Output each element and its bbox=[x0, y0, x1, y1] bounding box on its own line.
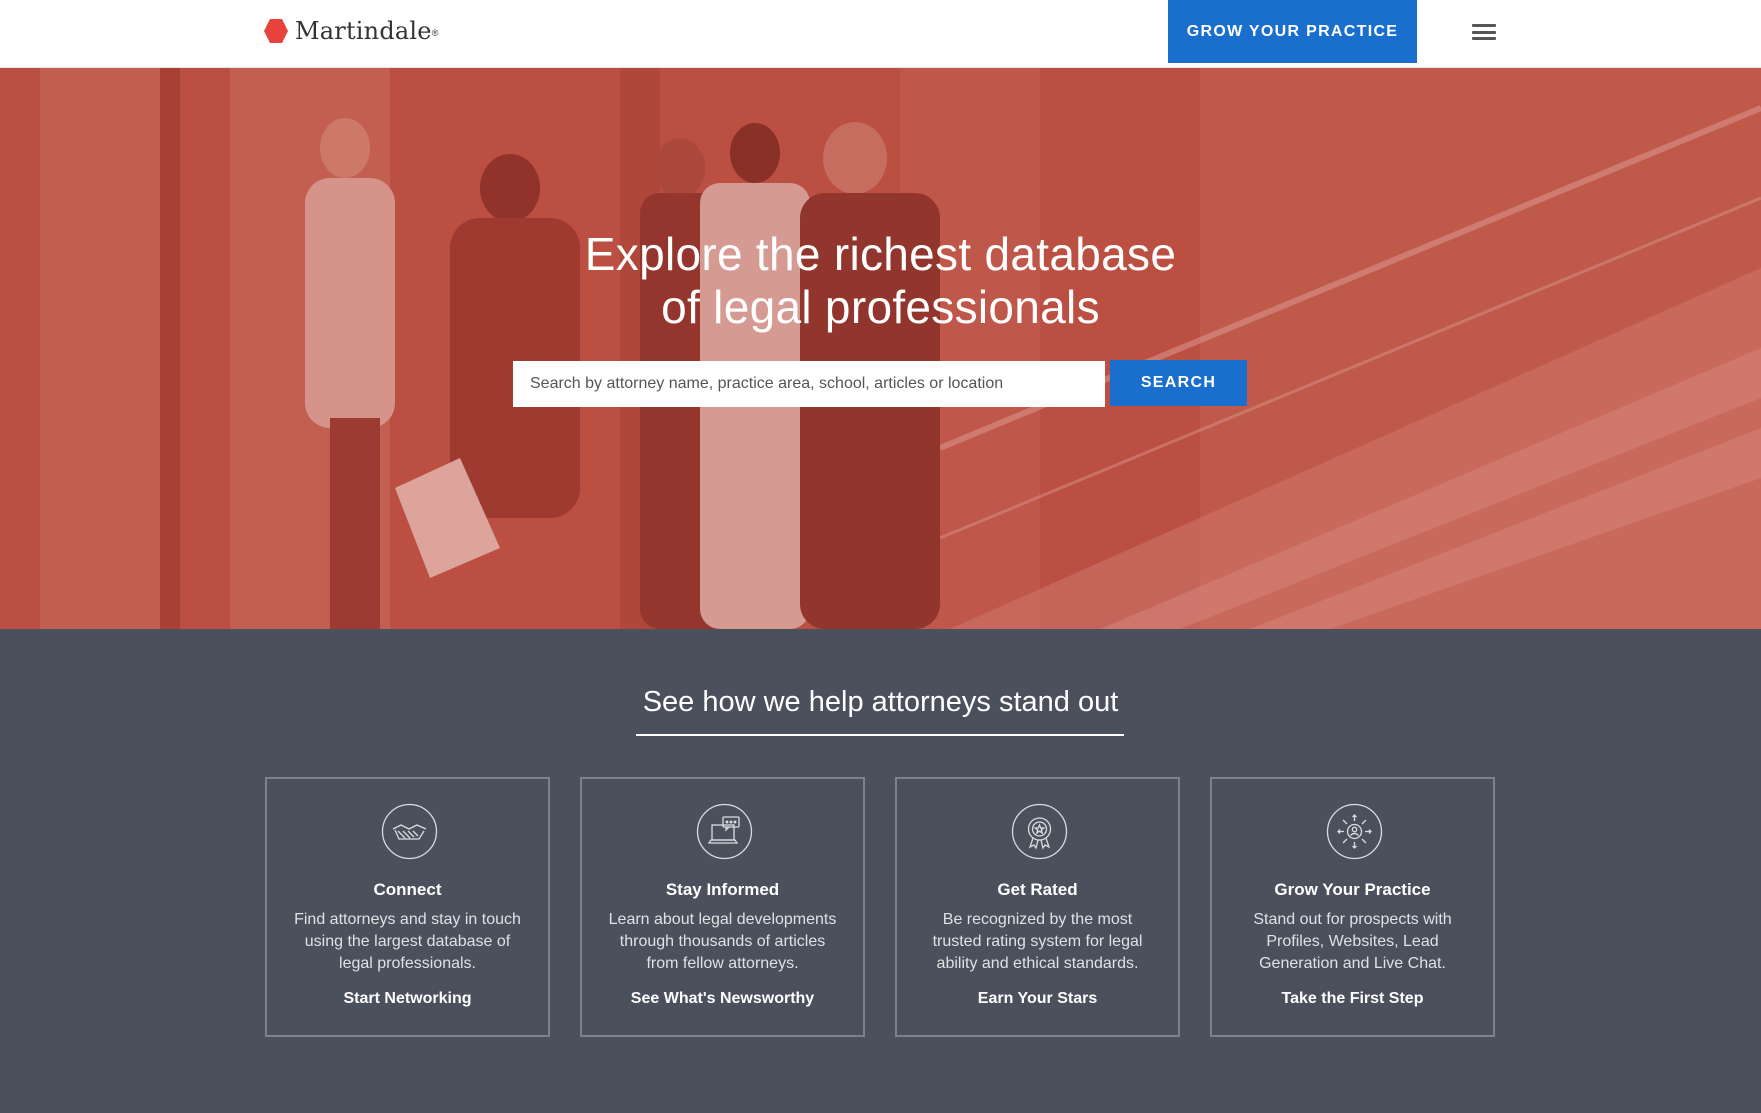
card-title: Get Rated bbox=[997, 880, 1078, 899]
site-header: Martindale ® GROW YOUR PRACTICE bbox=[0, 0, 1761, 68]
see-whats-newsworthy-link[interactable]: See What's Newsworthy bbox=[582, 990, 863, 1008]
logo-trademark: ® bbox=[431, 28, 439, 38]
card-title: Stay Informed bbox=[665, 880, 780, 899]
search-input[interactable] bbox=[513, 361, 1105, 407]
hexagon-logo-icon bbox=[264, 19, 288, 43]
hamburger-menu-icon[interactable] bbox=[1470, 22, 1498, 42]
section-title: See how we help attorneys stand out bbox=[642, 686, 1119, 718]
hero-banner: Explore the richest database of legal pr… bbox=[0, 68, 1761, 629]
card-stay-informed: Stay Informed Learn about legal developm… bbox=[580, 777, 865, 1037]
hero-title: Explore the richest database of legal pr… bbox=[0, 228, 1761, 334]
card-description: Be recognized by the most trusted rating… bbox=[932, 911, 1143, 972]
search-button[interactable]: SEARCH bbox=[1110, 360, 1247, 406]
earn-your-stars-link[interactable]: Earn Your Stars bbox=[897, 990, 1178, 1008]
hero-title-line-2: of legal professionals bbox=[661, 281, 1100, 333]
card-description: Stand out for prospects with Profiles, W… bbox=[1253, 911, 1452, 972]
hero-title-line-1: Explore the richest database bbox=[584, 228, 1177, 280]
card-connect: Connect Find attorneys and stay in touch… bbox=[265, 777, 550, 1037]
card-description: Find attorneys and stay in touch using t… bbox=[294, 911, 521, 972]
card-title: Grow Your Practice bbox=[1274, 880, 1431, 899]
award-badge-icon bbox=[1011, 803, 1068, 860]
start-networking-link[interactable]: Start Networking bbox=[267, 990, 548, 1008]
hero-red-overlay bbox=[0, 68, 1761, 629]
logo-text: Martindale bbox=[295, 17, 432, 45]
laptop-chat-icon bbox=[696, 803, 753, 860]
handshake-icon bbox=[381, 803, 438, 860]
card-title: Connect bbox=[373, 880, 442, 899]
network-growth-icon bbox=[1326, 803, 1383, 860]
card-get-rated: Get Rated Be recognized by the most trus… bbox=[895, 777, 1180, 1037]
martindale-logo[interactable]: Martindale ® bbox=[262, 17, 438, 45]
card-description: Learn about legal developments through t… bbox=[608, 911, 837, 972]
section-title-underline bbox=[636, 734, 1124, 736]
take-the-first-step-link[interactable]: Take the First Step bbox=[1212, 990, 1493, 1008]
card-grow-your-practice: Grow Your Practice Stand out for prospec… bbox=[1210, 777, 1495, 1037]
grow-your-practice-button[interactable]: GROW YOUR PRACTICE bbox=[1168, 0, 1417, 63]
